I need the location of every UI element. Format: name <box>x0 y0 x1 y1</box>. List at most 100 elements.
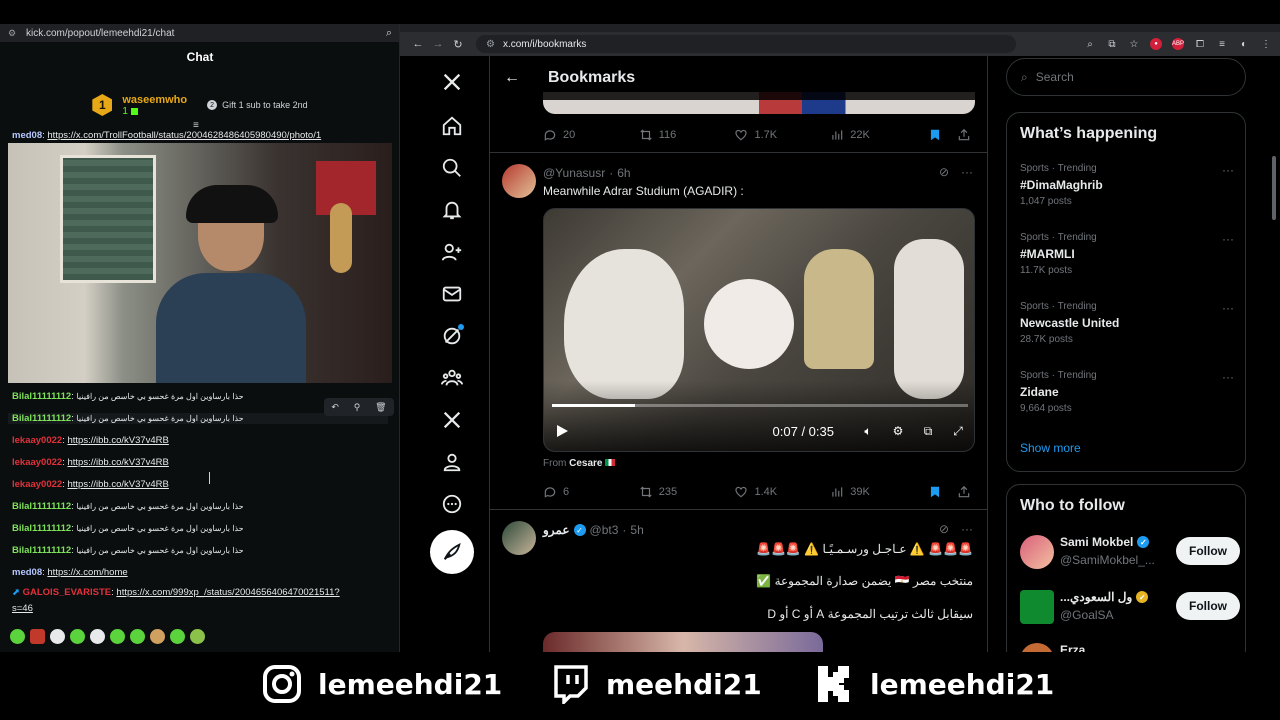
repost-button[interactable]: 116 <box>639 128 735 142</box>
messages-icon[interactable] <box>434 276 470 312</box>
like-button[interactable]: 1.4K <box>734 485 830 499</box>
site-info-icon[interactable]: ⚙ <box>486 39 495 50</box>
trend-item[interactable]: Sports · Trending Newcastle United 28.7K p… <box>1020 301 1234 345</box>
like-button[interactable]: 1.7K <box>734 128 830 142</box>
chat-username[interactable]: lekaay0022 <box>12 435 62 446</box>
grok-explain-icon[interactable]: ⊘ <box>939 165 949 179</box>
search-box[interactable]: ⌕ Search <box>1006 58 1246 96</box>
chat-username[interactable]: Bilal11111112 <box>12 523 71 534</box>
emote-icon[interactable] <box>190 629 205 644</box>
share-button[interactable] <box>957 128 975 142</box>
chat-link[interactable]: https://x.com/TrollFootball/status/20046… <box>47 130 321 141</box>
volume-icon[interactable]: 🔈︎ <box>860 423 876 439</box>
leader-name[interactable]: waseemwho <box>122 94 187 106</box>
kick-url-bar[interactable]: ⚙ kick.com/popout/lemeehdi21/chat ⌕ <box>0 24 399 42</box>
video-player[interactable]: 0:07 / 0:35 🔈︎ ⚙ ⧉ ⤢ <box>543 208 975 452</box>
adblock-icon[interactable]: ABP <box>1172 38 1184 50</box>
avatar[interactable] <box>502 521 536 555</box>
more-options-icon[interactable]: ··· <box>1222 232 1234 246</box>
delete-icon[interactable]: 🗑 <box>375 402 386 413</box>
views-button[interactable]: 22K <box>830 128 928 142</box>
trend-item[interactable]: Sports · Trending Zidane 9,664 posts ··· <box>1020 370 1234 414</box>
tweet-media-peek[interactable] <box>543 632 823 652</box>
menu-icon[interactable]: ⋮ <box>1260 38 1272 50</box>
more-options-icon[interactable]: ··· <box>961 522 973 536</box>
scrollbar[interactable] <box>1272 156 1276 220</box>
fullscreen-icon[interactable]: ⤢ <box>950 423 966 439</box>
profile-icon[interactable] <box>434 444 470 480</box>
follow-button[interactable]: Follow <box>1176 592 1240 620</box>
video-progress-bar[interactable] <box>552 404 968 407</box>
chat-link[interactable]: https://ibb.co/kV37v4RB <box>67 435 168 446</box>
emote-icon[interactable] <box>90 629 105 644</box>
emote-icon[interactable] <box>70 629 85 644</box>
premium-icon[interactable] <box>434 402 470 438</box>
views-button[interactable]: 39K <box>830 485 928 499</box>
media-icon[interactable]: ≡ <box>1216 38 1228 50</box>
bookmark-button[interactable] <box>928 485 948 499</box>
zoom-icon[interactable]: ⌕ <box>386 27 392 40</box>
communities-icon[interactable] <box>434 360 470 396</box>
chat-username[interactable]: Bilal11111112 <box>12 413 71 424</box>
show-more-link[interactable]: Show more <box>1020 441 1081 455</box>
emote-icon[interactable] <box>150 629 165 644</box>
tweet-author[interactable]: عمرو <box>543 523 570 537</box>
emote-icon[interactable] <box>170 629 185 644</box>
x-logo-icon[interactable] <box>434 64 470 100</box>
chat-username[interactable]: Bilal11111112 <box>12 501 71 512</box>
install-icon[interactable]: ⧉ <box>1106 38 1118 50</box>
repost-button[interactable]: 235 <box>639 485 735 499</box>
chat-link[interactable]: https://x.com/999xp_/status/200465640647… <box>116 587 339 598</box>
follow-icon[interactable] <box>434 234 470 270</box>
trend-item[interactable]: Sports · Trending #MARMLI 11.7K posts ··· <box>1020 232 1234 276</box>
share-button[interactable] <box>957 485 975 499</box>
from-name[interactable]: Cesare <box>569 458 602 469</box>
reply-button[interactable]: 6 <box>543 485 639 499</box>
more-options-icon[interactable]: ··· <box>961 165 973 179</box>
zoom-icon[interactable]: ⌕ <box>1084 38 1096 50</box>
avatar[interactable] <box>1020 643 1054 652</box>
avatar[interactable] <box>1020 590 1054 624</box>
home-icon[interactable] <box>434 108 470 144</box>
chat-username[interactable]: Bilal11111112 <box>12 545 71 556</box>
grok-icon[interactable] <box>434 318 470 354</box>
avatar[interactable] <box>502 164 536 198</box>
avatar[interactable] <box>1020 535 1054 569</box>
pinned-toggle-icon[interactable]: ≡ <box>193 120 205 131</box>
follow-suggestion[interactable]: ...ول السعودي ✓ @GoalSA Follow <box>1020 588 1240 628</box>
tweet-time[interactable]: 6h <box>617 166 630 180</box>
reply-icon[interactable]: ↶ <box>331 402 339 413</box>
more-icon[interactable] <box>434 486 470 522</box>
chat-username[interactable]: med08 <box>12 130 42 141</box>
extension-red-icon[interactable]: ● <box>1150 38 1162 50</box>
tweet-handle[interactable]: @Yunasusr <box>543 166 605 180</box>
emote-icon[interactable] <box>110 629 125 644</box>
bookmark-button[interactable] <box>928 128 948 142</box>
trend-item[interactable]: Sports · Trending #DimaMaghrib 1,047 posts… <box>1020 163 1234 207</box>
reply-button[interactable]: 20 <box>543 128 639 142</box>
chat-link[interactable]: https://x.com/home <box>47 567 127 578</box>
chat-username[interactable]: lekaay0022 <box>12 457 62 468</box>
forward-icon[interactable]: → <box>428 38 448 50</box>
chat-username[interactable]: Bilal11111112 <box>12 391 71 402</box>
tweet-time[interactable]: 5h <box>630 523 643 537</box>
reload-icon[interactable]: ↻ <box>448 38 468 51</box>
emote-icon[interactable] <box>30 629 45 644</box>
explore-icon[interactable] <box>434 150 470 186</box>
bookmark-star-icon[interactable]: ☆ <box>1128 38 1140 50</box>
extensions-icon[interactable]: ⧠ <box>1194 38 1206 50</box>
emote-icon[interactable] <box>130 629 145 644</box>
profile-icon[interactable]: ◐ <box>1238 38 1250 50</box>
tweet-handle[interactable]: @bt3 <box>590 523 619 537</box>
post-button[interactable] <box>430 530 474 574</box>
site-settings-icon[interactable]: ⚙ <box>8 28 18 38</box>
emote-icon[interactable] <box>10 629 25 644</box>
chat-link-cont[interactable]: s=46 <box>12 603 33 614</box>
grok-explain-icon[interactable]: ⊘ <box>939 522 949 536</box>
chat-link[interactable]: https://ibb.co/kV37v4RB <box>67 479 168 490</box>
notifications-icon[interactable] <box>434 192 470 228</box>
back-arrow-icon[interactable]: ← <box>504 69 524 87</box>
settings-icon[interactable]: ⚙ <box>890 423 906 439</box>
gift-sub-cta[interactable]: 2 Gift 1 sub to take 2nd <box>207 100 308 110</box>
more-options-icon[interactable]: ··· <box>1222 163 1234 177</box>
